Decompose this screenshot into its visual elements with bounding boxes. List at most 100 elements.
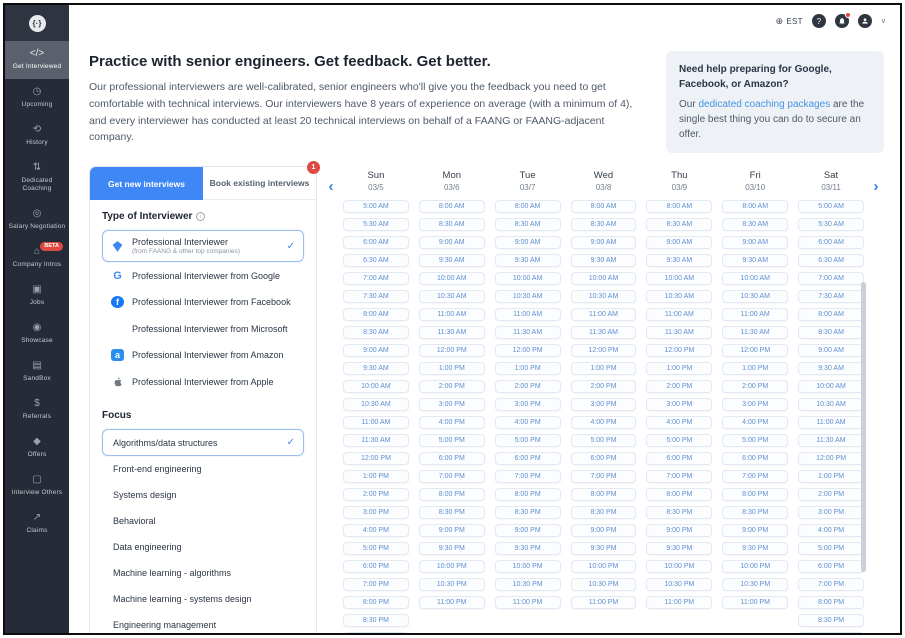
sidebar-item-salary-negotiation[interactable]: ◎Salary Negotiation <box>5 201 69 239</box>
time-slot[interactable]: 11:00 PM <box>495 596 561 609</box>
chevron-right-icon[interactable]: › <box>868 166 884 633</box>
time-slot[interactable]: 9:30 AM <box>646 254 712 267</box>
time-slot[interactable]: 8:00 AM <box>495 200 561 213</box>
time-slot[interactable]: 5:00 PM <box>495 434 561 447</box>
focus-option-algorithms-data-structures[interactable]: Algorithms/data structures✓ <box>102 429 304 456</box>
time-slot[interactable]: 7:30 AM <box>798 290 864 303</box>
time-slot[interactable]: 9:00 AM <box>495 236 561 249</box>
focus-option-front-end-engineering[interactable]: Front-end engineering <box>102 456 304 482</box>
time-slot[interactable]: 9:00 PM <box>419 524 485 537</box>
time-slot[interactable]: 5:00 AM <box>798 200 864 213</box>
time-slot[interactable]: 12:00 PM <box>343 452 409 465</box>
time-slot[interactable]: 2:00 PM <box>646 380 712 393</box>
timezone-selector[interactable]: ⊕ EST <box>776 16 803 27</box>
time-slot[interactable]: 10:00 PM <box>646 560 712 573</box>
time-slot[interactable]: 1:00 PM <box>419 362 485 375</box>
time-slot[interactable]: 3:00 PM <box>343 506 409 519</box>
time-slot[interactable]: 8:00 PM <box>646 488 712 501</box>
time-slot[interactable]: 11:30 AM <box>571 326 637 339</box>
time-slot[interactable]: 10:00 PM <box>495 560 561 573</box>
time-slot[interactable]: 8:30 AM <box>722 218 788 231</box>
time-slot[interactable]: 12:00 PM <box>419 344 485 357</box>
time-slot[interactable]: 9:00 AM <box>571 236 637 249</box>
time-slot[interactable]: 10:30 PM <box>722 578 788 591</box>
time-slot[interactable]: 5:00 PM <box>798 542 864 555</box>
time-slot[interactable]: 7:00 AM <box>798 272 864 285</box>
time-slot[interactable]: 10:00 AM <box>571 272 637 285</box>
sidebar-item-showcase[interactable]: ◉Showcase <box>5 315 69 353</box>
time-slot[interactable]: 8:30 PM <box>798 614 864 627</box>
sidebar-item-company-intros[interactable]: ⌂BETACompany Intros <box>5 239 69 277</box>
time-slot[interactable]: 6:00 PM <box>646 452 712 465</box>
time-slot[interactable]: 8:00 AM <box>343 308 409 321</box>
time-slot[interactable]: 8:00 AM <box>646 200 712 213</box>
time-slot[interactable]: 8:30 AM <box>419 218 485 231</box>
chevron-down-icon[interactable]: ∨ <box>881 17 886 25</box>
time-slot[interactable]: 6:00 AM <box>798 236 864 249</box>
focus-option-machine-learning-algorithms[interactable]: Machine learning - algorithms <box>102 560 304 586</box>
time-slot[interactable]: 11:00 AM <box>646 308 712 321</box>
time-slot[interactable]: 1:00 PM <box>798 470 864 483</box>
time-slot[interactable]: 9:30 AM <box>722 254 788 267</box>
time-slot[interactable]: 10:00 AM <box>722 272 788 285</box>
sidebar-item-get-interviewed[interactable]: </>Get Interviewed <box>5 41 69 79</box>
time-slot[interactable]: 8:30 PM <box>343 614 409 627</box>
time-slot[interactable]: 11:30 AM <box>495 326 561 339</box>
interviewer-option-professional-interviewer-from-microsoft[interactable]: Professional Interviewer from Microsoft <box>102 315 304 342</box>
time-slot[interactable]: 9:30 PM <box>419 542 485 555</box>
time-slot[interactable]: 11:30 AM <box>646 326 712 339</box>
time-slot[interactable]: 6:00 PM <box>495 452 561 465</box>
chevron-left-icon[interactable]: ‹ <box>323 166 339 633</box>
time-slot[interactable]: 6:00 PM <box>798 560 864 573</box>
time-slot[interactable]: 8:00 PM <box>419 488 485 501</box>
time-slot[interactable]: 8:00 AM <box>419 200 485 213</box>
time-slot[interactable]: 4:00 PM <box>343 524 409 537</box>
time-slot[interactable]: 8:30 AM <box>798 326 864 339</box>
time-slot[interactable]: 11:30 AM <box>343 434 409 447</box>
time-slot[interactable]: 9:30 PM <box>495 542 561 555</box>
time-slot[interactable]: 4:00 PM <box>571 416 637 429</box>
time-slot[interactable]: 9:00 PM <box>571 524 637 537</box>
time-slot[interactable]: 9:00 AM <box>343 344 409 357</box>
time-slot[interactable]: 8:00 PM <box>722 488 788 501</box>
sidebar-item-upcoming[interactable]: ◷Upcoming <box>5 79 69 117</box>
time-slot[interactable]: 11:00 PM <box>571 596 637 609</box>
time-slot[interactable]: 9:00 PM <box>722 524 788 537</box>
time-slot[interactable]: 3:00 PM <box>571 398 637 411</box>
focus-option-systems-design[interactable]: Systems design <box>102 482 304 508</box>
time-slot[interactable]: 11:00 AM <box>419 308 485 321</box>
time-slot[interactable]: 9:30 PM <box>571 542 637 555</box>
time-slot[interactable]: 6:00 PM <box>571 452 637 465</box>
time-slot[interactable]: 12:00 PM <box>646 344 712 357</box>
time-slot[interactable]: 9:00 AM <box>722 236 788 249</box>
time-slot[interactable]: 8:00 PM <box>495 488 561 501</box>
sidebar-item-sandbox[interactable]: ▤SandBox <box>5 353 69 391</box>
interviewer-option-professional-interviewer-from-facebook[interactable]: fProfessional Interviewer from Facebook <box>102 289 304 315</box>
avatar-icon[interactable] <box>858 14 872 28</box>
time-slot[interactable]: 1:00 PM <box>495 362 561 375</box>
sidebar-item-offers[interactable]: ◆Offers <box>5 429 69 467</box>
time-slot[interactable]: 12:00 PM <box>495 344 561 357</box>
help-icon[interactable]: ? <box>812 14 826 28</box>
time-slot[interactable]: 8:00 AM <box>722 200 788 213</box>
time-slot[interactable]: 7:00 PM <box>495 470 561 483</box>
time-slot[interactable]: 7:00 PM <box>798 578 864 591</box>
time-slot[interactable]: 7:00 AM <box>343 272 409 285</box>
time-slot[interactable]: 1:00 PM <box>646 362 712 375</box>
time-slot[interactable]: 12:00 PM <box>722 344 788 357</box>
time-slot[interactable]: 2:00 PM <box>343 488 409 501</box>
time-slot[interactable]: 8:00 PM <box>343 596 409 609</box>
sidebar-item-jobs[interactable]: ▣Jobs <box>5 277 69 315</box>
coaching-packages-link[interactable]: dedicated coaching packages <box>698 99 830 110</box>
time-slot[interactable]: 9:30 AM <box>798 362 864 375</box>
time-slot[interactable]: 8:30 AM <box>343 326 409 339</box>
interviewer-option-professional-interviewer-from-apple[interactable]: Professional Interviewer from Apple <box>102 368 304 395</box>
time-slot[interactable]: 11:00 PM <box>646 596 712 609</box>
time-slot[interactable]: 1:00 PM <box>722 362 788 375</box>
time-slot[interactable]: 5:00 PM <box>646 434 712 447</box>
time-slot[interactable]: 1:00 PM <box>571 362 637 375</box>
time-slot[interactable]: 4:00 PM <box>722 416 788 429</box>
time-slot[interactable]: 5:00 PM <box>722 434 788 447</box>
time-slot[interactable]: 9:00 PM <box>646 524 712 537</box>
time-slot[interactable]: 10:00 AM <box>798 380 864 393</box>
